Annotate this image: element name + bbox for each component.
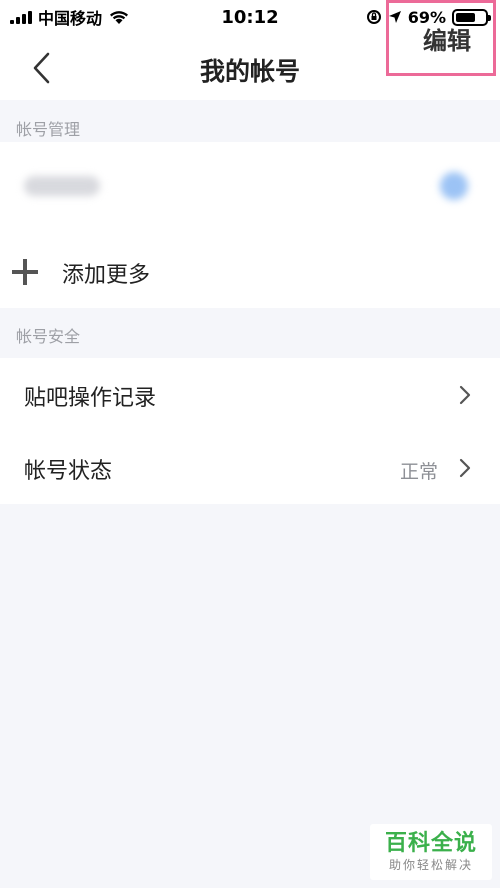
- watermark-logo: 百科全说 助你轻松解决: [370, 824, 492, 880]
- list-item-label: 贴吧操作记录: [24, 386, 157, 411]
- edit-button-label: 编辑: [423, 27, 471, 55]
- section-label-account-management: 帐号管理: [16, 120, 81, 139]
- account-status-value: 正常: [399, 461, 438, 483]
- section-label-account-security: 帐号安全: [16, 327, 81, 346]
- plus-icon: [12, 259, 38, 285]
- account-list-item[interactable]: [0, 142, 500, 234]
- chevron-right-icon: [459, 458, 471, 478]
- watermark-main-text: 百科全说: [384, 831, 477, 856]
- account-name-blurred: [24, 176, 100, 196]
- account-security-list: 贴吧操作记录 帐号状态 正常: [0, 358, 500, 504]
- watermark-sub-text: 助你轻松解决: [388, 858, 473, 872]
- list-item-tieba-operation-log[interactable]: 贴吧操作记录: [0, 358, 500, 431]
- chevron-right-icon: [459, 385, 471, 405]
- add-more-button[interactable]: 添加更多: [0, 234, 500, 308]
- signal-icon: [10, 10, 32, 24]
- carrier-name: 中国移动: [38, 9, 103, 28]
- edit-button[interactable]: 编辑: [386, 0, 496, 76]
- current-account-check-icon: [440, 172, 468, 200]
- add-more-label: 添加更多: [62, 263, 151, 288]
- list-item-account-status[interactable]: 帐号状态 正常: [0, 431, 500, 504]
- list-item-label: 帐号状态: [24, 459, 113, 484]
- orientation-lock-icon: [366, 10, 381, 24]
- status-left: 中国移动: [10, 5, 130, 29]
- wifi-icon: [110, 11, 129, 24]
